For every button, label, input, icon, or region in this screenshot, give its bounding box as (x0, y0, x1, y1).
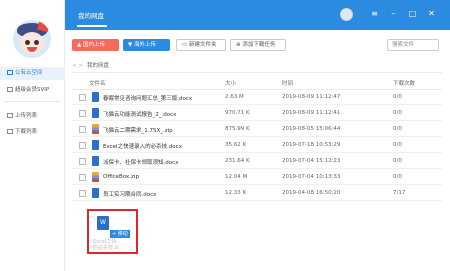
word-icon (92, 140, 99, 150)
file-time: 2019-04-08 16:50:20 (282, 190, 341, 196)
row-checkbox[interactable] (79, 94, 86, 101)
add-download-task-button[interactable]: ⊕ 添加下载任务 (230, 39, 286, 51)
download-count: 7/17 (393, 190, 406, 196)
header: 我的网盘 ≡ – □ ✕ (65, 0, 450, 30)
divider (72, 72, 442, 73)
download-count: 0/0 (393, 158, 402, 164)
user-icon[interactable] (340, 8, 353, 21)
maximize-button[interactable]: □ (406, 7, 419, 20)
drag-file-name-line: 的必杀技.d... (93, 245, 123, 251)
row-checkbox[interactable] (79, 190, 86, 197)
row-checkbox[interactable] (79, 158, 86, 165)
file-size: 2.63 M (225, 94, 244, 100)
table-row[interactable]: OfficeBox.zip 12.04 M 2019-07-04 10:13:3… (72, 170, 442, 185)
crown-icon (7, 87, 13, 92)
download-icon (7, 129, 13, 134)
domestic-upload-button[interactable]: ▲ 国内上传 (72, 39, 119, 51)
table-row[interactable]: 春眠常见咨询问题汇总_第三版.docx 2.63 M 2019-08-09 11… (72, 90, 442, 105)
new-folder-label: 新建文件夹 (188, 42, 217, 48)
sidebar-item-label: 公有云空间 (15, 70, 43, 76)
sidebar-item-svip[interactable]: 超级会员SVIP (0, 84, 65, 97)
word-icon (92, 92, 99, 102)
zip-icon (92, 124, 99, 134)
file-name[interactable]: 派保卡、社保卡领取须知.docx (103, 158, 178, 166)
move-tooltip: + 移动 (110, 230, 130, 238)
row-checkbox[interactable] (79, 126, 86, 133)
file-name[interactable]: 飞猫云功能测试报告_2_.docx (103, 110, 176, 118)
file-time: 2019-08-09 11:12:41 (282, 110, 341, 116)
avatar-eye (34, 40, 39, 45)
file-size: 875.99 K (225, 126, 250, 132)
download-count: 0/0 (393, 126, 402, 132)
sidebar-item-label: 上传列表 (15, 113, 38, 119)
word-icon (92, 188, 99, 198)
column-header-name[interactable]: 文件名 (89, 79, 106, 87)
file-name[interactable]: OfficeBox.zip (103, 174, 139, 180)
row-checkbox[interactable] (79, 174, 86, 181)
sidebar-item-label: 下载列表 (15, 129, 38, 135)
add-download-label: 添加下载任务 (242, 42, 276, 48)
row-checkbox[interactable] (79, 142, 86, 149)
file-name[interactable]: 员工实习期合同.docx (103, 190, 156, 198)
breadcrumb: < > 我的网盘 (72, 61, 109, 69)
download-count: 0/0 (393, 142, 402, 148)
column-header-downloads[interactable]: 下载次数 (393, 79, 415, 87)
menu-icon[interactable]: ≡ (368, 7, 381, 20)
sidebar-item-cloud-space[interactable]: 公有云空间 (0, 67, 65, 80)
file-time: 2019-08-05 15:06:44 (282, 126, 341, 132)
file-time: 2019-07-18 10:53:29 (282, 142, 341, 148)
file-name[interactable]: 飞猫云二期需求_1.75X_.zip (103, 126, 173, 134)
file-name[interactable]: Excel之快速录入的必杀技.docx (103, 142, 182, 150)
sidebar-item-download-list[interactable]: 下载列表 (0, 126, 65, 139)
file-time: 2019-07-04 15:12:23 (282, 158, 341, 164)
file-size: 12.33 K (225, 190, 247, 196)
word-icon: W (97, 216, 109, 230)
drag-file-name: Excel之快... 的必杀技.d... (93, 239, 123, 251)
file-time: 2019-08-09 11:12:47 (282, 94, 341, 100)
file-size: 12.04 M (225, 174, 248, 180)
download-count: 0/0 (393, 110, 402, 116)
nav-arrows-icon[interactable]: < > (72, 63, 83, 69)
row-checkbox[interactable] (79, 110, 86, 117)
breadcrumb-path[interactable]: 我的网盘 (87, 63, 109, 69)
avatar-eye (25, 40, 30, 45)
search-input[interactable]: 搜索文件 (387, 39, 439, 51)
file-size: 970.71 K (225, 110, 250, 116)
zip-icon (92, 172, 99, 182)
new-folder-button[interactable]: ▭ 新建文件夹 (176, 39, 226, 51)
column-header-size[interactable]: 大小 (225, 79, 236, 87)
table-row[interactable]: 飞猫云功能测试报告_2_.docx 970.71 K 2019-08-09 11… (72, 106, 442, 121)
file-time: 2019-07-04 10:13:33 (282, 174, 341, 180)
file-size: 35.62 K (225, 142, 247, 148)
table-row[interactable]: 派保卡、社保卡领取须知.docx 231.64 K 2019-07-04 15:… (72, 154, 442, 169)
avatar[interactable] (13, 20, 51, 58)
close-button[interactable]: ✕ (425, 7, 438, 20)
column-header-time[interactable]: 时间 (282, 79, 293, 87)
word-icon (92, 156, 99, 166)
sidebar: 公有云空间 超级会员SVIP 上传列表 下载列表 (0, 0, 65, 271)
word-icon (92, 108, 99, 118)
download-count: 0/0 (393, 94, 402, 100)
upload-icon (7, 113, 13, 118)
table-row[interactable]: 员工实习期合同.docx 12.33 K 2019-04-08 16:50:20… (72, 186, 442, 201)
sidebar-item-upload-list[interactable]: 上传列表 (0, 110, 65, 123)
minimize-button[interactable]: – (387, 7, 400, 20)
sidebar-divider (5, 101, 60, 102)
overseas-upload-button[interactable]: ▼ 海外上传 (123, 39, 170, 51)
file-name[interactable]: 春眠常见咨询问题汇总_第三版.docx (103, 94, 192, 102)
file-size: 231.64 K (225, 158, 250, 164)
drag-move-preview[interactable]: W + 移动 Excel之快... 的必杀技.d... (87, 209, 138, 254)
sidebar-item-label: 超级会员SVIP (15, 87, 50, 93)
cloud-icon (7, 70, 13, 75)
table-row[interactable]: 飞猫云二期需求_1.75X_.zip 875.99 K 2019-08-05 1… (72, 122, 442, 137)
download-count: 0/0 (393, 174, 402, 180)
tab-underline (77, 25, 107, 27)
tab-my-drive[interactable]: 我的网盘 (78, 10, 104, 20)
table-row[interactable]: Excel之快速录入的必杀技.docx 35.62 K 2019-07-18 1… (72, 138, 442, 153)
folder-plus-icon: ▭ (182, 42, 189, 48)
